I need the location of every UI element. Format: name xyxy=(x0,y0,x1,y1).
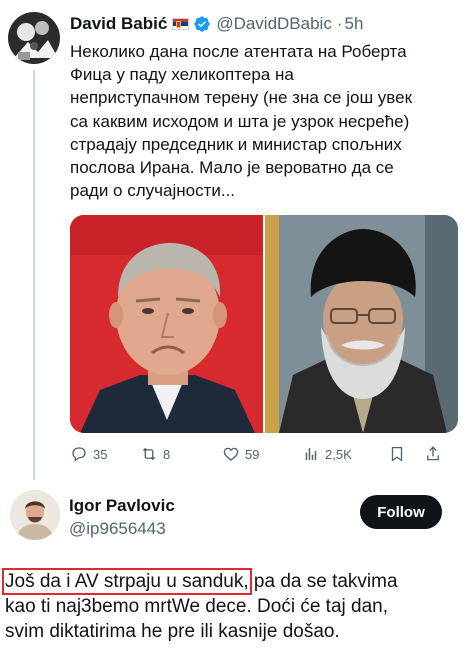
tweet-text-line: ради о случајности... xyxy=(70,181,236,201)
separator-dot: · xyxy=(336,14,343,33)
reply-button[interactable]: 35 xyxy=(70,443,140,465)
tweet-media[interactable] xyxy=(70,215,458,433)
views-icon xyxy=(305,448,317,460)
reply-author-name[interactable]: Igor Pavlovic xyxy=(69,496,175,516)
tweet-text-line: послова Ирана. Мало је вероватно да се xyxy=(70,158,394,178)
tweet-time[interactable]: 5h xyxy=(345,14,364,34)
thread-line xyxy=(33,70,35,480)
reply-text-line: svim diktatirima he pre ili kasnije doša… xyxy=(5,621,340,642)
reply-icon xyxy=(72,447,86,462)
reply-count: 35 xyxy=(93,446,108,462)
share-button[interactable] xyxy=(424,443,448,465)
photo-right[interactable] xyxy=(265,215,458,433)
reply-line1-rest: pa da se takvima xyxy=(248,571,398,592)
tweet-actions: 35 8 59 2,5K xyxy=(70,443,460,465)
highlighted-phrase: Još da i AV strpaju u sanduk, xyxy=(2,568,252,595)
original-tweet: David Babić @DavidDBabic · 5h Неколико д… xyxy=(0,0,468,480)
author-handle[interactable]: @DavidDBabic xyxy=(216,14,332,34)
like-count: 59 xyxy=(245,446,260,462)
author-avatar[interactable] xyxy=(8,12,60,64)
views-count: 2,5K xyxy=(325,446,352,462)
tweet-text-line: страдају председник и министар спољних xyxy=(70,134,402,154)
serbian-flag-icon xyxy=(172,18,190,30)
retweet-button[interactable]: 8 xyxy=(140,443,222,465)
retweet-count: 8 xyxy=(163,446,171,462)
reply-tweet: Igor Pavlovic @ip9656443 Follow Još da i… xyxy=(0,480,468,662)
tweet-text-line: неприступачном терену (не зна се још уве… xyxy=(70,88,413,108)
follow-button[interactable]: Follow xyxy=(360,495,442,529)
tweet-text-line: Фица у паду хеликоптера на xyxy=(70,65,294,85)
like-button[interactable]: 59 xyxy=(222,443,302,465)
reply-text: Još da i AV strpaju u sanduk, pa da se t… xyxy=(2,568,465,644)
tweet-text: Неколико дана после атентата на Роберта … xyxy=(70,40,462,202)
retweet-icon xyxy=(142,447,156,461)
bookmark-icon xyxy=(391,446,403,462)
share-icon xyxy=(427,446,439,461)
author-name[interactable]: David Babić xyxy=(70,14,167,34)
reply-text-line: kao ti naj3bemo mrtWe dece. Doći će taj … xyxy=(5,596,389,617)
reply-text-line: Još da i AV strpaju u sanduk, pa da se t… xyxy=(2,568,465,595)
tweet-text-line: Неколико дана после атентата на Роберта xyxy=(70,42,407,61)
reply-avatar[interactable] xyxy=(10,490,60,540)
views-button[interactable]: 2,5K xyxy=(302,443,388,465)
tweet-header: David Babić @DavidDBabic · 5h xyxy=(70,13,363,35)
reply-author-handle[interactable]: @ip9656443 xyxy=(69,519,166,539)
photo-left[interactable] xyxy=(70,215,263,433)
like-icon xyxy=(223,447,239,461)
bookmark-button[interactable] xyxy=(388,443,424,465)
verified-badge-icon xyxy=(194,16,210,32)
tweet-text-line: са каквим исходом и шта је узрок несреће… xyxy=(70,111,410,131)
